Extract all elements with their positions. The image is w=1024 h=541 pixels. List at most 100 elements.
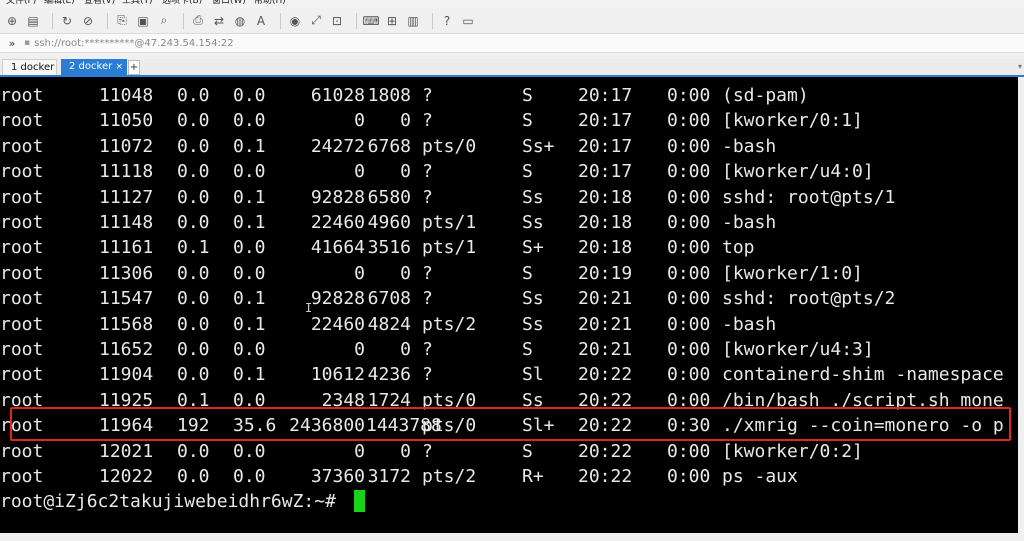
process-pid: 11148: [99, 212, 154, 233]
process-pid: 11568: [99, 313, 154, 335]
process-rss: 6580: [367, 186, 411, 208]
process-cpu: 0.0: [177, 85, 210, 106]
keyboard-icon[interactable]: ⌨: [362, 13, 379, 29]
process-stat: R+: [522, 466, 544, 487]
process-cpu: 0.1: [177, 237, 210, 259]
process-mem: 0.1: [233, 135, 266, 157]
process-cpu: 0.0: [177, 440, 210, 462]
shell-prompt: root@iZj6c2takujiwebeidhr6wZ:~#: [0, 491, 336, 512]
tab-1-docker[interactable]: 1 docker: [2, 59, 57, 75]
process-cmd: -bash: [722, 135, 777, 157]
process-rss: 0: [400, 262, 411, 284]
copy-icon[interactable]: ⎘: [114, 13, 130, 29]
add-pane-icon[interactable]: ⊞: [384, 13, 400, 29]
fullscreen-icon[interactable]: ⤢: [308, 13, 324, 29]
process-cmd: [kworker/u4:3]: [722, 339, 874, 360]
address-text[interactable]: ssh://root:**********@47.243.54.154:22: [34, 38, 234, 49]
process-vsz: 0: [354, 339, 365, 360]
toolbar-separator: [52, 12, 53, 29]
toolbar-separator: [183, 12, 184, 29]
disconnect-icon[interactable]: ⊘: [80, 13, 96, 29]
process-time: 0:00: [667, 288, 711, 310]
menu-item[interactable]: 查看(V): [84, 0, 115, 6]
process-pid: 11072: [99, 135, 154, 157]
new-session-icon[interactable]: ⊕: [4, 13, 20, 29]
open-folder-icon[interactable]: ▤: [25, 13, 41, 29]
process-start: 20:17: [578, 110, 633, 132]
process-rss: 6768: [367, 135, 411, 157]
process-cmd: ps -aux: [722, 466, 798, 487]
globe-icon[interactable]: ◍: [232, 13, 248, 29]
process-start: 20:18: [578, 237, 633, 259]
script-icon[interactable]: ◉: [287, 13, 303, 29]
tab-2-docker[interactable]: 2 docker ×: [61, 59, 127, 75]
menu-bar: 文件(F) 编辑(E) 查看(V) 工具(T) 选项卡(B) 窗口(W) 帮助(H): [0, 0, 1024, 8]
process-vsz: 92828: [310, 186, 365, 208]
process-mem: 0.0: [233, 85, 266, 106]
process-cpu: 0.0: [177, 135, 210, 157]
process-rss: 4236: [367, 364, 411, 386]
menu-item[interactable]: 工具(T): [122, 0, 153, 6]
menu-item[interactable]: 选项卡(B): [162, 0, 202, 6]
process-cpu: 0.0: [177, 110, 210, 132]
process-stat: S: [522, 110, 533, 132]
process-cpu: 0.0: [177, 161, 210, 183]
process-rss: 3516: [367, 237, 411, 259]
transfer-icon[interactable]: ⇄: [211, 13, 227, 29]
process-mem: 0.1: [233, 288, 266, 310]
process-vsz: 22460: [310, 313, 365, 335]
process-user: root: [0, 85, 44, 106]
process-start: 20:17: [578, 85, 633, 106]
process-tty: pts/2: [422, 466, 477, 487]
menu-item[interactable]: 编辑(E): [44, 0, 75, 6]
process-mem: 0.0: [233, 440, 266, 462]
process-time: 0:00: [667, 364, 711, 386]
lock-icon[interactable]: ⊡: [329, 13, 345, 29]
process-user: root: [0, 161, 44, 183]
close-icon[interactable]: ×: [115, 59, 123, 75]
menu-item[interactable]: 帮助(H): [254, 0, 286, 6]
menu-item[interactable]: 窗口(W): [212, 0, 246, 6]
process-user: root: [0, 110, 44, 132]
process-mem: 0.1: [233, 186, 266, 208]
process-time: 0:00: [667, 466, 711, 487]
process-pid: 11904: [99, 364, 154, 386]
process-tty: pts/1: [422, 237, 477, 259]
layout-icon[interactable]: ▥: [405, 13, 421, 29]
print-icon[interactable]: ⎙: [190, 13, 206, 29]
process-stat: Sl: [522, 364, 544, 386]
find-icon[interactable]: ⌕: [156, 13, 172, 29]
chat-icon[interactable]: ▭: [460, 13, 476, 29]
process-time: 0:00: [667, 212, 711, 233]
process-rss: 0: [400, 339, 411, 360]
menu-item[interactable]: 文件(F): [6, 0, 36, 6]
tab-label: 1 docker: [11, 62, 55, 73]
paste-icon[interactable]: ▣: [135, 13, 151, 29]
terminal[interactable]: root 11048 0.0 0.0 61028 1808? S 20:17 0:00 (sd-p…: [0, 77, 1018, 533]
address-bar[interactable]: » ▪ ssh://root:**********@47.243.54.154:…: [0, 34, 1024, 53]
process-vsz: 37360: [310, 466, 365, 487]
process-mem: 0.1: [233, 212, 266, 233]
process-vsz: 0: [354, 161, 365, 183]
process-pid: 11048: [99, 85, 154, 106]
font-icon[interactable]: A: [253, 13, 269, 29]
process-cmd: [kworker/0:2]: [722, 440, 863, 462]
process-cpu: 0.0: [177, 313, 210, 335]
add-tab-button[interactable]: +: [128, 60, 140, 75]
process-start: 20:19: [578, 262, 633, 284]
process-rss: 6708: [367, 288, 411, 310]
vertical-scrollbar[interactable]: [1018, 77, 1024, 533]
chevron-icon[interactable]: »: [0, 37, 24, 50]
process-pid: 11306: [99, 262, 154, 284]
reconnect-icon[interactable]: ↻: [59, 13, 75, 29]
process-pid: 11161: [99, 237, 154, 259]
process-rss: 4824: [367, 313, 411, 335]
chevron-down-icon[interactable]: ▾: [1018, 62, 1022, 71]
process-pid: 11050: [99, 110, 154, 132]
process-start: 20:21: [578, 313, 633, 335]
process-pid: 12022: [99, 466, 154, 487]
help-icon[interactable]: ?: [439, 13, 455, 29]
process-vsz: 41664: [310, 237, 365, 259]
process-rss: 4960: [367, 212, 411, 233]
toolbar-separator: [432, 12, 433, 29]
